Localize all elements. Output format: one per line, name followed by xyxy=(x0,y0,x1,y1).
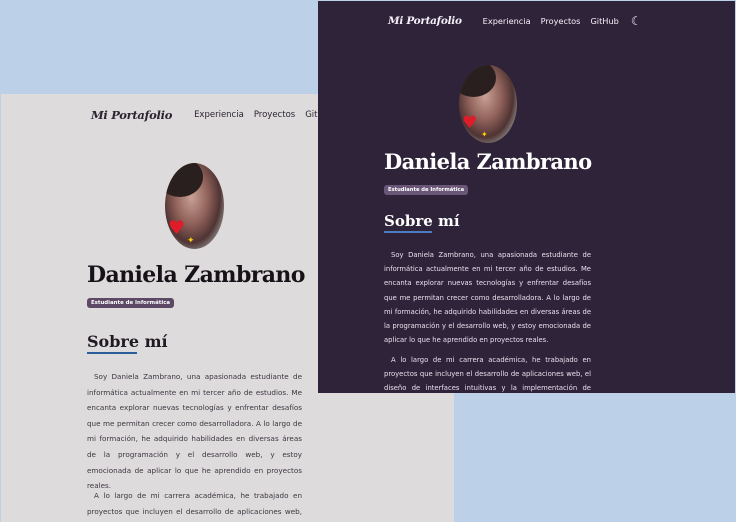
profile-name: Daniela Zambrano xyxy=(87,262,305,288)
section-title-underline xyxy=(87,352,137,354)
about-paragraph-1: Soy Daniela Zambrano, una apasionada est… xyxy=(384,251,591,345)
nav-link-experiencia[interactable]: Experiencia xyxy=(194,110,244,120)
avatar-hair xyxy=(165,163,203,197)
star-icon: ✦ xyxy=(187,236,195,246)
role-badge: Estudiante de Informática xyxy=(87,298,175,308)
avatar-hair xyxy=(459,65,496,97)
section-title-about: Sobre mí xyxy=(384,212,460,230)
dark-theme-screenshot: Mi Portafolio Experiencia Proyectos GitH… xyxy=(318,1,735,393)
nav-link-github[interactable]: GitHub xyxy=(590,16,618,26)
nav-link-proyectos[interactable]: Proyectos xyxy=(254,110,295,120)
nav-link-experiencia[interactable]: Experiencia xyxy=(483,16,531,26)
about-paragraph-2: A lo largo de mi carrera académica, he t… xyxy=(384,356,591,393)
avatar: ♥ ✦ xyxy=(165,163,224,249)
profile-name: Daniela Zambrano xyxy=(384,149,592,174)
star-icon: ✦ xyxy=(481,130,488,139)
heart-icon: ♥ xyxy=(168,217,186,239)
site-logo[interactable]: Mi Portafolio xyxy=(91,108,172,122)
heart-icon: ♥ xyxy=(462,113,478,133)
about-paragraph-1: Soy Daniela Zambrano, una apasionada est… xyxy=(87,372,302,491)
about-paragraph-2: A lo largo de mi carrera académica, he t… xyxy=(87,491,302,516)
section-title-about: Sobre mí xyxy=(87,332,168,351)
navbar: Mi Portafolio Experiencia Proyectos GitH… xyxy=(388,14,642,28)
moon-icon[interactable]: ☾ xyxy=(631,14,642,28)
nav-link-proyectos[interactable]: Proyectos xyxy=(541,16,581,26)
section-title-underline xyxy=(384,231,432,233)
site-logo[interactable]: Mi Portafolio xyxy=(388,15,462,27)
avatar: ♥ ✦ xyxy=(459,65,517,143)
role-badge: Estudiante de Informática xyxy=(384,185,469,195)
